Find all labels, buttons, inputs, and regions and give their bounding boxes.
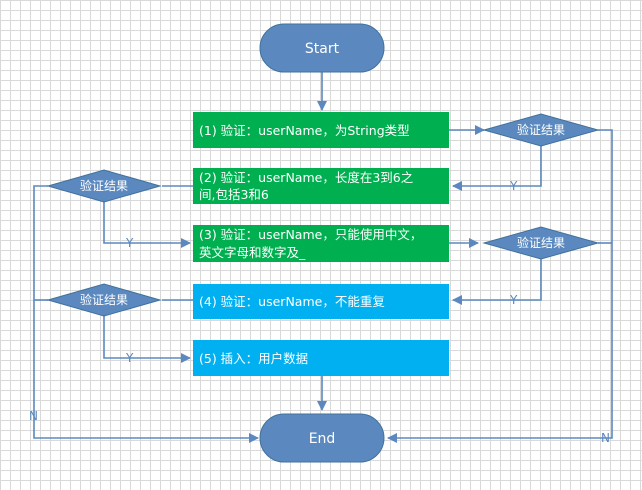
- process-step-4: (4) 验证：userName，不能重复: [193, 284, 449, 319]
- edge-label-y-decision1: Y: [509, 179, 518, 193]
- decision-4: 验证结果: [46, 283, 162, 317]
- connector-decision1-yes: [452, 146, 542, 191]
- process-step-1: (1) 验证：userName，为String类型: [193, 112, 449, 148]
- edge-label-y-decision3: Y: [509, 293, 518, 307]
- step-4-line-1: (4) 验证：userName，不能重复: [199, 294, 385, 309]
- step-3-line-2: 英文字母和数字及_: [199, 245, 306, 260]
- decision-3: 验证结果: [482, 226, 600, 260]
- end-label: End: [309, 431, 336, 447]
- edge-label-y-decision4: Y: [125, 351, 134, 365]
- step-2-line-1: (2) 验证：userName，长度在3到6之: [199, 170, 414, 185]
- step-5-line-1: (5) 插入：用户数据: [199, 351, 308, 366]
- decision-2-label: 验证结果: [80, 178, 128, 193]
- step-3-line-1: (3) 验证：userName，只能使用中文，: [199, 227, 422, 242]
- decision-3-label: 验证结果: [517, 235, 565, 250]
- connector-decision4-yes: [103, 316, 191, 363]
- decision-1: 验证结果: [482, 113, 600, 147]
- process-step-2: (2) 验证：userName，长度在3到6之 间,包括3和6: [193, 168, 449, 204]
- process-step-5: (5) 插入：用户数据: [193, 340, 449, 376]
- step-2-line-2: 间,包括3和6: [199, 187, 269, 202]
- edge-label-y-decision2: Y: [125, 236, 134, 250]
- decision-4-label: 验证结果: [80, 292, 128, 307]
- decision-2: 验证结果: [46, 169, 162, 203]
- decision-1-label: 验证结果: [517, 122, 565, 137]
- start-label: Start: [305, 41, 340, 57]
- edge-label-n-left: N: [29, 409, 38, 423]
- connector-decision3-yes: [452, 259, 542, 305]
- edge-label-n-right: N: [601, 431, 610, 445]
- process-step-3: (3) 验证：userName，只能使用中文， 英文字母和数字及_: [193, 225, 449, 262]
- end-terminator: End: [259, 413, 385, 463]
- start-terminator: Start: [259, 23, 385, 73]
- flowchart: Start End (1) 验证：userName，为String类型 (2) …: [29, 23, 613, 463]
- connector-decision2-yes: [103, 202, 191, 248]
- step-1-line-1: (1) 验证：userName，为String类型: [199, 123, 410, 138]
